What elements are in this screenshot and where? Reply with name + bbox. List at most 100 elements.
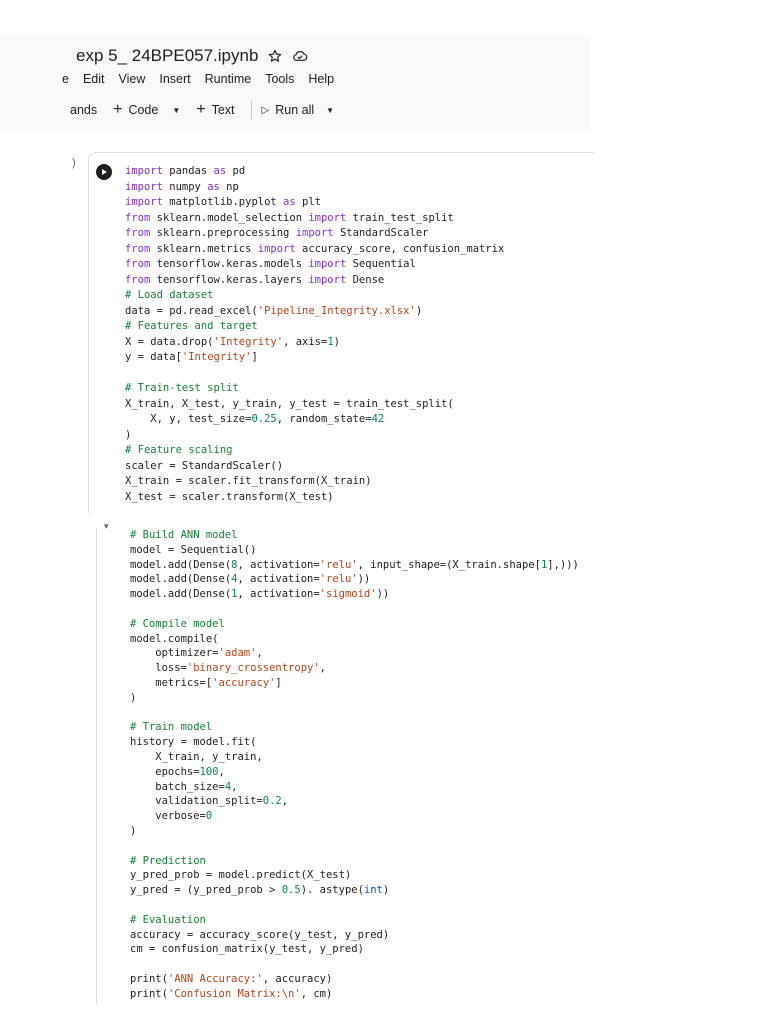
code-line: X, y, test_size=0.25, random_state=42	[125, 412, 504, 428]
code-token: )	[130, 824, 137, 837]
menu-file[interactable]: e	[62, 72, 69, 86]
code-line: # Compile model	[130, 617, 579, 632]
code-token: y_pred = (y_pred_prob >	[130, 884, 282, 897]
code-cell-1-source[interactable]: import pandas as pd import numpy as np imp…	[125, 164, 504, 505]
code-token: from	[125, 227, 151, 239]
code-token: ,	[256, 647, 263, 660]
code-token: ,	[231, 780, 238, 793]
code-token: scaler = StandardScaler()	[125, 459, 284, 472]
code-line: X_train, y_train,	[130, 750, 579, 765]
code-token: # Features and target	[125, 320, 258, 332]
add-code-label: Code	[128, 103, 159, 117]
commands-button[interactable]: ands	[70, 103, 97, 117]
code-line: from sklearn.model_selection import trai…	[125, 211, 504, 227]
code-token: )	[382, 884, 390, 897]
code-token: # Feature scaling	[125, 444, 233, 456]
code-cell-2-source[interactable]: # Build ANN model model = Sequential() mod…	[130, 528, 579, 1002]
code-token: tensorflow.keras.models	[150, 258, 309, 270]
code-token: Sequential	[346, 258, 416, 270]
code-line: X = data.drop('Integrity', axis=1)	[125, 335, 504, 351]
code-token: as	[213, 165, 227, 177]
add-code-button[interactable]: + Code ▼	[113, 101, 180, 119]
code-token: import	[308, 211, 347, 224]
menu-insert[interactable]: Insert	[159, 72, 190, 86]
code-token: import	[308, 258, 347, 270]
run-cell-button[interactable]	[96, 164, 112, 180]
code-line: model.add(Dense(4, activation='relu'))	[130, 572, 579, 587]
code-line: data = pd.read_excel('Pipeline_Integrity…	[125, 304, 504, 320]
caret-down-icon[interactable]: ▼	[172, 106, 180, 115]
code-token: X_train, X_test, y_train, y_test = train…	[125, 397, 454, 410]
code-token: 0.2	[262, 795, 282, 808]
code-line: # Feature scaling	[125, 443, 504, 459]
code-token: )	[333, 335, 340, 348]
code-line: # Train-test split	[125, 381, 504, 397]
add-text-button[interactable]: + Text	[196, 101, 234, 119]
code-token: # Prediction	[130, 854, 206, 867]
code-token: import	[125, 196, 163, 208]
code-line: model = Sequential()	[130, 543, 579, 558]
code-token: # Build ANN model	[130, 529, 238, 541]
code-token: as	[283, 196, 296, 208]
cell-2-border	[96, 528, 97, 1004]
collapse-output-icon[interactable]: ▾	[104, 521, 109, 532]
title-row: exp 5_ 24BPE057.ipynb	[76, 46, 308, 66]
code-token: plt	[295, 196, 321, 208]
code-token: )	[125, 428, 132, 441]
code-token: np	[219, 180, 239, 193]
code-line: )	[130, 824, 579, 839]
code-token: 'Confusion Matrix:\n'	[167, 987, 301, 1000]
code-token: ]	[275, 676, 282, 689]
code-line: import numpy as np	[125, 180, 504, 196]
code-line: loss='binary_crossentropy',	[130, 661, 579, 676]
code-token: 'Integrity'	[213, 335, 284, 348]
play-icon: ▷	[261, 104, 270, 116]
code-token: model.add(Dense(	[130, 558, 232, 571]
menu-runtime[interactable]: Runtime	[205, 72, 252, 86]
code-line: y = data['Integrity']	[125, 350, 504, 366]
code-token: 'accuracy'	[212, 676, 276, 689]
code-token: )	[130, 691, 137, 704]
code-token: optimizer=	[130, 647, 219, 660]
code-token: print(	[130, 987, 168, 1000]
code-token: , activation=	[237, 588, 320, 601]
menu-tools[interactable]: Tools	[265, 72, 294, 86]
cloud-saved-icon[interactable]	[292, 49, 308, 63]
code-token: y_pred_prob = model.predict(X_test)	[130, 869, 352, 882]
star-icon[interactable]	[268, 49, 282, 63]
code-line: X_test = scaler.transform(X_test)	[125, 490, 504, 506]
code-token: model.add(Dense(	[130, 573, 232, 586]
menu-help[interactable]: Help	[308, 72, 334, 86]
caret-down-icon[interactable]: ▼	[326, 106, 334, 115]
code-token: train_test_split	[346, 211, 454, 224]
run-all-button[interactable]: ▷ Run all ▼	[262, 103, 335, 117]
code-line: from sklearn.metrics import accuracy_sco…	[125, 242, 504, 258]
code-line: y_pred = (y_pred_prob > 0.5). astype(int…	[130, 883, 579, 898]
code-token: 'sigmoid'	[319, 588, 377, 601]
code-token: pd	[226, 165, 246, 177]
code-token: epochs=	[130, 765, 200, 778]
code-token: as	[207, 180, 220, 193]
code-line: from tensorflow.keras.models import Sequ…	[125, 257, 504, 273]
notebook-title[interactable]: exp 5_ 24BPE057.ipynb	[76, 46, 258, 66]
code-line: X_train, X_test, y_train, y_test = train…	[125, 397, 504, 413]
code-line: # Evaluation	[130, 913, 579, 928]
code-token: import	[257, 242, 296, 255]
code-token: ,	[218, 765, 225, 778]
menu-view[interactable]: View	[119, 72, 146, 86]
menu-edit[interactable]: Edit	[83, 72, 105, 86]
code-token: X = data.drop(	[125, 335, 214, 348]
code-token: accuracy_score, confusion_matrix	[295, 242, 505, 255]
code-token: sklearn.metrics	[150, 242, 258, 255]
code-line: X_train = scaler.fit_transform(X_train)	[125, 474, 504, 490]
code-token: model = Sequential()	[130, 543, 257, 556]
code-line: # Prediction	[130, 854, 579, 869]
code-token: , input_shape=(X_train.shape[	[357, 558, 541, 571]
code-token: X, y, test_size=	[125, 413, 252, 425]
code-line: # Train model	[130, 720, 579, 735]
code-token: model.add(Dense(	[130, 588, 232, 601]
